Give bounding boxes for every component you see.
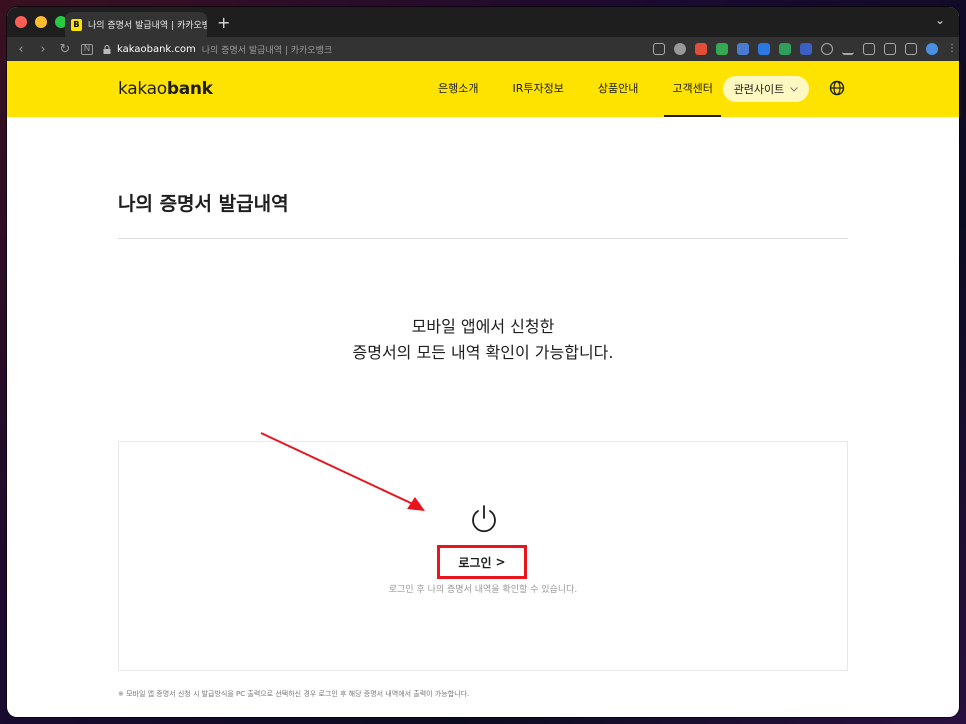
lock-icon <box>103 44 111 54</box>
annotation-arrow-icon <box>260 432 425 511</box>
extension-6-icon[interactable] <box>800 43 812 55</box>
global-nav: 은행소개 IR투자정보 상품안내 고객센터 <box>438 61 747 117</box>
window-controls <box>15 16 67 28</box>
nav-item-ir[interactable]: IR투자정보 <box>512 61 563 117</box>
extension-5-icon[interactable] <box>779 43 791 55</box>
chevron-down-icon <box>790 86 799 92</box>
kakaobank-logo[interactable]: kakaobank <box>118 79 213 99</box>
related-sites-label: 관련사이트 <box>733 84 785 96</box>
title-divider <box>118 238 848 239</box>
url-page-title: 나의 증명서 발급내역 | 카카오뱅크 <box>201 45 333 56</box>
tab-strip: B 나의 증명서 발급내역 | 카카오뱅크 + ⌄ <box>7 7 959 37</box>
extension-1-icon[interactable] <box>695 43 707 55</box>
extension-4-icon[interactable] <box>758 43 770 55</box>
lead-line-1: 모바일 앱에서 신청한 <box>411 317 555 336</box>
address-bar[interactable]: kakaobank.com 나의 증명서 발급내역 | 카카오뱅크 <box>103 40 643 58</box>
extension-2-icon[interactable] <box>716 43 728 55</box>
cast-icon[interactable] <box>863 43 875 55</box>
kakaobank-favicon-icon: B <box>71 18 82 31</box>
extension-toolbar: ⋮ <box>653 43 957 55</box>
url-domain: kakaobank.com <box>117 43 196 55</box>
login-label: 로그인 <box>458 555 492 570</box>
globe-icon[interactable] <box>829 80 845 96</box>
bookmark-star-icon[interactable] <box>674 43 686 55</box>
power-icon <box>472 505 496 533</box>
tab-title: 나의 증명서 발급내역 | 카카오뱅크 <box>87 21 207 31</box>
related-sites-button[interactable]: 관련사이트 <box>723 76 809 102</box>
logo-text-light: kakao <box>118 79 167 99</box>
browser-window: B 나의 증명서 발급내역 | 카카오뱅크 + ⌄ ‹ › ↻ N kakaob… <box>7 7 959 717</box>
lead-message: 모바일 앱에서 신청한 증명서의 모든 내역 확인이 가능합니다. <box>7 314 959 366</box>
login-description: 로그인 후 나의 증명서 내역을 확인할 수 있습니다. <box>388 585 578 595</box>
sidebar-icon[interactable] <box>905 43 917 55</box>
address-toolbar: ‹ › ↻ N kakaobank.com 나의 증명서 발급내역 | 카카오뱅… <box>7 37 959 61</box>
nav-item-customer-center[interactable]: 고객센터 <box>664 61 722 117</box>
profile-avatar[interactable] <box>926 43 938 55</box>
forward-icon[interactable]: › <box>37 42 49 57</box>
screenshot-icon[interactable] <box>884 43 896 55</box>
chevron-right-icon: > <box>495 555 506 569</box>
page-title: 나의 증명서 발급내역 <box>118 193 289 215</box>
login-button[interactable]: 로그인 > <box>437 545 527 579</box>
close-window-button[interactable] <box>15 16 27 28</box>
nav-item-about[interactable]: 은행소개 <box>438 61 478 117</box>
login-panel: 로그인 > 로그인 후 나의 증명서 내역을 확인할 수 있습니다. <box>118 441 848 671</box>
active-tab[interactable]: B 나의 증명서 발급내역 | 카카오뱅크 <box>65 12 207 37</box>
footnote: ※ 모바일 앱 증명서 신청 시 발급방식을 PC 출력으로 선택하신 경우 로… <box>118 690 470 698</box>
download-icon[interactable] <box>842 43 854 55</box>
minimize-window-button[interactable] <box>35 16 47 28</box>
extension-3-icon[interactable] <box>737 43 749 55</box>
tab-list-chevron-icon[interactable]: ⌄ <box>935 13 945 27</box>
lead-line-2: 증명서의 모든 내역 확인이 가능합니다. <box>352 343 614 362</box>
menu-kebab-icon[interactable]: ⋮ <box>947 43 957 55</box>
back-icon[interactable]: ‹ <box>15 42 27 57</box>
reload-icon[interactable]: ↻ <box>59 42 71 57</box>
nav-item-products[interactable]: 상품안내 <box>598 61 638 117</box>
reader-icon[interactable]: N <box>81 43 93 55</box>
extension-7-icon[interactable] <box>821 43 833 55</box>
site-header: kakaobank 은행소개 IR투자정보 상품안내 고객센터 관련사이트 <box>7 61 959 117</box>
main-content: 나의 증명서 발급내역 모바일 앱에서 신청한 증명서의 모든 내역 확인이 가… <box>7 117 959 717</box>
share-icon[interactable] <box>653 43 665 55</box>
logo-text-bold: bank <box>166 79 213 99</box>
new-tab-button[interactable]: + <box>217 13 230 32</box>
